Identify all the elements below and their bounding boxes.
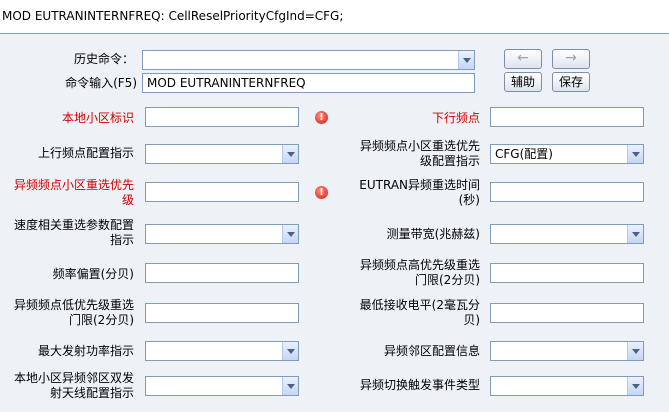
command-input-field[interactable]: MOD EUTRANINTERNFREQ xyxy=(142,73,475,93)
resel-priority-input[interactable] xyxy=(145,182,299,202)
meas-bandwidth-label: 测量带宽(兆赫兹) xyxy=(386,227,480,241)
resel-priority-cfg-ind-select[interactable]: CFG(配置) xyxy=(490,144,644,164)
chevron-down-icon[interactable] xyxy=(627,145,643,163)
save-button[interactable]: 保存 xyxy=(552,72,590,92)
required-warning-icon: ! xyxy=(315,186,328,199)
local-cell-id-label: 本地小区标识 xyxy=(61,111,134,125)
speed-resel-cfg-ind-select[interactable] xyxy=(145,224,299,244)
eutran-resel-time-input[interactable] xyxy=(490,182,644,202)
chevron-down-icon[interactable] xyxy=(282,225,298,243)
speed-resel-cfg-ind-label: 速度相关重选参数配置指示 xyxy=(13,218,134,247)
chevron-down-icon[interactable] xyxy=(282,377,298,395)
chevron-down-icon[interactable] xyxy=(458,51,474,69)
dl-earfcn-label: 下行频点 xyxy=(431,111,480,125)
history-select[interactable] xyxy=(142,50,475,70)
dl-earfcn-input[interactable] xyxy=(490,107,644,127)
ul-earfcn-cfg-ind-select[interactable] xyxy=(145,144,299,164)
required-warning-icon: ! xyxy=(315,111,328,124)
thresh-x-high-label: 异频频点高优先级重选门限(2分贝) xyxy=(359,258,480,287)
command-input-label: 命令输入(F5) xyxy=(65,76,137,90)
q-rx-lev-min-label: 最低接收电平(2毫瓦分贝) xyxy=(359,298,480,327)
chevron-down-icon[interactable] xyxy=(282,342,298,360)
resel-priority-label: 异频频点小区重选优先级 xyxy=(13,178,134,207)
command-line-display: MOD EUTRANINTERNFREQ: CellReselPriorityC… xyxy=(0,0,669,34)
chevron-down-icon[interactable] xyxy=(627,225,643,243)
meas-bandwidth-select[interactable] xyxy=(490,224,644,244)
q-offset-freq-input[interactable] xyxy=(145,263,299,283)
resel-priority-cfg-ind-value: CFG(配置) xyxy=(495,147,553,161)
prev-command-button[interactable]: ← xyxy=(504,49,542,69)
p-max-cfg-ind-label: 最大发射功率指示 xyxy=(37,344,134,358)
eutran-resel-time-label: EUTRAN异频重选时间(秒) xyxy=(359,178,480,207)
dual-tx-ant-cfg-ind-select[interactable] xyxy=(145,376,299,396)
ul-earfcn-cfg-ind-label: 上行频点配置指示 xyxy=(37,146,134,160)
history-label: 历史命令： xyxy=(73,52,134,66)
ho-event-type-label: 异频切换触发事件类型 xyxy=(359,378,480,392)
next-command-button[interactable]: → xyxy=(552,49,590,69)
q-offset-freq-label: 频率偏置(分贝) xyxy=(52,267,134,281)
resel-priority-cfg-ind-label: 异频频点小区重选优先级配置指示 xyxy=(359,139,480,168)
q-rx-lev-min-input[interactable] xyxy=(490,303,644,323)
help-button[interactable]: 辅助 xyxy=(504,72,542,92)
thresh-x-low-input[interactable] xyxy=(145,303,299,323)
chevron-down-icon[interactable] xyxy=(627,342,643,360)
local-cell-id-input[interactable] xyxy=(145,107,299,127)
chevron-down-icon[interactable] xyxy=(627,377,643,395)
neigh-cell-cfg-label: 异频邻区配置信息 xyxy=(383,344,480,358)
thresh-x-low-label: 异频频点低优先级重选门限(2分贝) xyxy=(13,298,134,327)
dual-tx-ant-cfg-ind-label: 本地小区异频邻区双发射天线配置指示 xyxy=(13,371,134,400)
thresh-x-high-input[interactable] xyxy=(490,263,644,283)
chevron-down-icon[interactable] xyxy=(282,145,298,163)
neigh-cell-cfg-select[interactable] xyxy=(490,341,644,361)
ho-event-type-select[interactable] xyxy=(490,376,644,396)
p-max-cfg-ind-select[interactable] xyxy=(145,341,299,361)
